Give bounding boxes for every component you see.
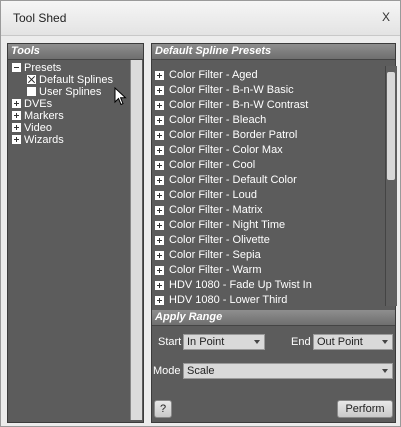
start-label: Start (158, 336, 182, 348)
expand-icon[interactable] (155, 86, 164, 95)
expand-icon[interactable] (155, 161, 164, 170)
help-button[interactable]: ? (154, 400, 172, 418)
tree-item-label: Presets (24, 62, 62, 74)
expand-icon[interactable] (155, 221, 164, 230)
tree-item-label: DVEs (24, 98, 53, 110)
collapse-icon[interactable] (12, 63, 21, 72)
scrollbar-thumb[interactable] (387, 72, 395, 180)
end-dropdown[interactable]: Out Point (313, 334, 393, 350)
end-value: Out Point (317, 336, 363, 348)
expand-icon[interactable] (155, 71, 164, 80)
preset-label: Color Filter - Sepia (169, 249, 261, 261)
mode-dropdown[interactable]: Scale (183, 363, 393, 379)
preset-item[interactable]: Color Filter - Aged (152, 68, 382, 83)
expand-icon[interactable] (155, 131, 164, 140)
expand-icon[interactable] (155, 236, 164, 245)
presets-scrollbar[interactable] (385, 66, 397, 306)
preset-label: Color Filter - Night Time (169, 219, 286, 231)
presets-header: Default Spline Presets (152, 44, 395, 60)
tree-item-label: Markers (24, 110, 64, 122)
preset-label: Color Filter - Cool (169, 159, 256, 171)
start-value: In Point (187, 336, 225, 348)
preset-item[interactable]: Color Filter - Color Max (152, 143, 382, 158)
expand-icon[interactable] (155, 251, 164, 260)
preset-item[interactable]: Color Filter - Olivette (152, 233, 382, 248)
expand-icon[interactable] (155, 191, 164, 200)
preset-item[interactable]: Color Filter - B-n-W Basic (152, 83, 382, 98)
title-bar[interactable]: Tool Shed X (1, 1, 400, 36)
presets-list: Color Filter - Aged Color Filter - B-n-W … (152, 68, 382, 308)
preset-label: Color Filter - Bleach (169, 114, 267, 126)
expand-icon[interactable] (155, 296, 164, 305)
expand-icon[interactable] (155, 206, 164, 215)
preset-label: Color Filter - Border Patrol (169, 129, 298, 141)
start-dropdown[interactable]: In Point (183, 334, 265, 350)
expand-icon[interactable] (12, 123, 21, 132)
close-button[interactable]: X (382, 10, 390, 24)
expand-icon[interactable] (155, 176, 164, 185)
window-title: Tool Shed (13, 11, 67, 25)
preset-label: Color Filter - B-n-W Contrast (169, 99, 309, 111)
preset-item[interactable]: Color Filter - Warm (152, 263, 382, 278)
checkbox-icon[interactable] (27, 87, 36, 96)
chevron-down-icon (254, 340, 260, 344)
tree-item-label: User Splines (39, 86, 102, 98)
preset-item[interactable]: Color Filter - Sepia (152, 248, 382, 263)
expand-icon[interactable] (12, 111, 21, 120)
expand-icon[interactable] (155, 281, 164, 290)
expand-icon[interactable] (155, 116, 164, 125)
expand-icon[interactable] (155, 101, 164, 110)
preset-item[interactable]: Color Filter - Bleach (152, 113, 382, 128)
expand-icon[interactable] (12, 135, 21, 144)
mode-label: Mode (153, 365, 181, 377)
tree-item-label: Default Splines (39, 74, 113, 86)
tools-header: Tools (8, 44, 143, 60)
preset-item[interactable]: Color Filter - Matrix (152, 203, 382, 218)
checked-checkbox-icon[interactable] (27, 75, 36, 84)
preset-label: Color Filter - Aged (169, 69, 258, 81)
mode-value: Scale (187, 365, 215, 377)
preset-item[interactable]: Color Filter - Default Color (152, 173, 382, 188)
preset-label: HDV 1080 - Lower Third (169, 294, 288, 306)
chevron-down-icon (382, 369, 388, 373)
tree-item-label: Wizards (24, 134, 64, 146)
tools-scrollbar[interactable] (130, 60, 142, 420)
preset-label: Color Filter - Default Color (169, 174, 297, 186)
preset-label: Color Filter - Warm (169, 264, 262, 276)
tree-item-label: Video (24, 122, 52, 134)
preset-label: Color Filter - B-n-W Basic (169, 84, 294, 96)
preset-item[interactable]: Color Filter - Cool (152, 158, 382, 173)
presets-panel: Default Spline Presets Color Filter - Ag… (151, 43, 397, 423)
preset-item[interactable]: Color Filter - Border Patrol (152, 128, 382, 143)
end-label: End (291, 336, 311, 348)
preset-item[interactable]: Color Filter - B-n-W Contrast (152, 98, 382, 113)
expand-icon[interactable] (155, 266, 164, 275)
preset-label: Color Filter - Loud (169, 189, 258, 201)
perform-button[interactable]: Perform (337, 400, 393, 418)
preset-label: Color Filter - Matrix (169, 204, 263, 216)
preset-item[interactable]: HDV 1080 - Lower Third (152, 293, 382, 308)
preset-item[interactable]: Color Filter - Night Time (152, 218, 382, 233)
preset-label: Color Filter - Color Max (169, 144, 283, 156)
expand-icon[interactable] (12, 99, 21, 108)
preset-label: HDV 1080 - Fade Up Twist In (169, 279, 312, 291)
preset-item[interactable]: HDV 1080 - Fade Up Twist In (152, 278, 382, 293)
preset-label: Color Filter - Olivette (169, 234, 270, 246)
chevron-down-icon (382, 340, 388, 344)
mouse-cursor-icon (114, 87, 127, 106)
expand-icon[interactable] (155, 146, 164, 155)
apply-range-header: Apply Range (152, 310, 395, 326)
preset-item[interactable]: Color Filter - Loud (152, 188, 382, 203)
tool-shed-window: Tool Shed X Tools Presets Default Splines… (0, 0, 401, 427)
